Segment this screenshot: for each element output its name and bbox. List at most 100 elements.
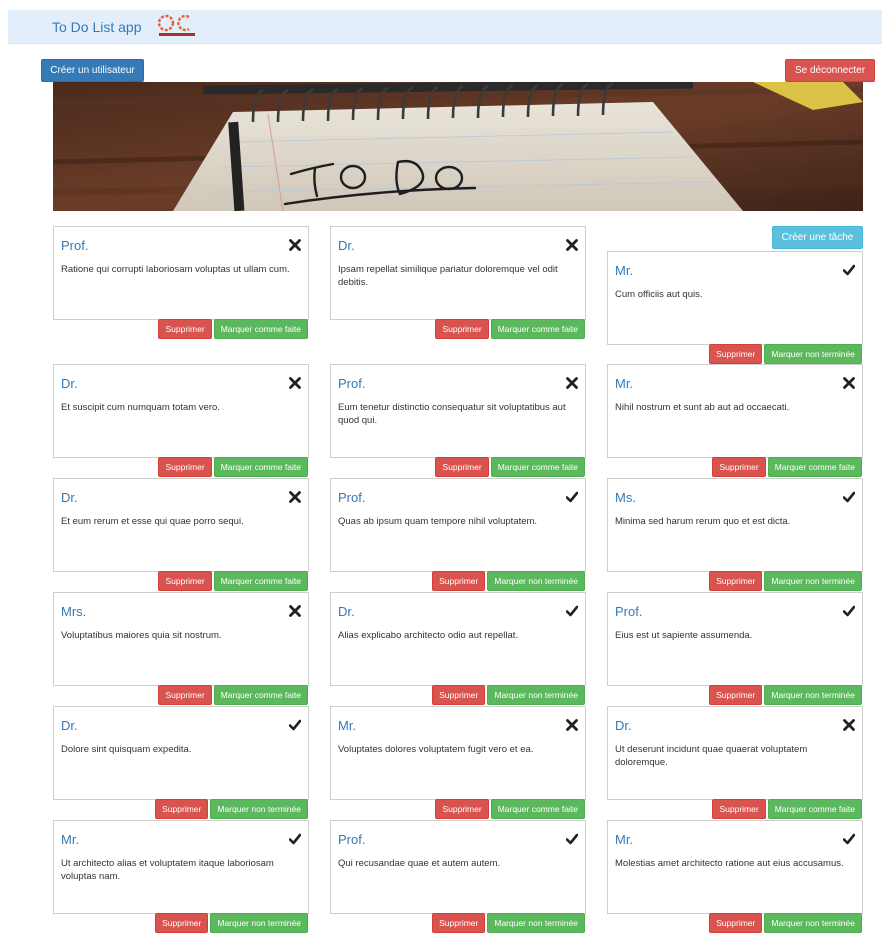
task-content: Alias explicabo architecto odio aut repe…	[338, 630, 519, 641]
mark-done-button[interactable]: Marquer comme faite	[213, 685, 308, 705]
task-actions: Supprimer Marquer non terminée	[707, 571, 862, 591]
task-title-link[interactable]: Mr.	[61, 832, 79, 847]
mark-done-button[interactable]: Marquer comme faite	[490, 457, 585, 477]
task-actions: Supprimer Marquer non terminée	[707, 913, 862, 933]
task-content: Ut architecto alias et voluptatem itaque…	[61, 858, 274, 882]
task-content: Eum tenetur distinctio consequatur sit v…	[338, 402, 566, 426]
delete-task-button[interactable]: Supprimer	[712, 799, 766, 819]
task-title-link[interactable]: Prof.	[61, 238, 88, 253]
delete-task-button[interactable]: Supprimer	[709, 913, 763, 933]
task-title-link[interactable]: Prof.	[615, 604, 642, 619]
task-title-link[interactable]: Ms.	[615, 490, 636, 505]
delete-task-button[interactable]: Supprimer	[158, 685, 212, 705]
mark-undone-button[interactable]: Marquer non terminée	[764, 344, 862, 364]
mark-undone-button[interactable]: Marquer non terminée	[487, 913, 585, 933]
task-title-link[interactable]: Dr.	[61, 490, 78, 505]
delete-task-button[interactable]: Supprimer	[432, 571, 486, 591]
task-card: Mr. Voluptates dolores voluptatem fugit v…	[330, 706, 586, 800]
check-icon	[288, 833, 302, 845]
task-card: Dr. Et suscipit cum numquam totam vero.	[53, 364, 309, 458]
brand-link[interactable]: To Do List app	[52, 19, 142, 35]
task-card: Ms. Minima sed harum rerum quo et est dic…	[607, 478, 863, 572]
task-actions: Supprimer Marquer comme faite	[156, 685, 308, 705]
task-title-link[interactable]: Mr.	[615, 832, 633, 847]
task-actions: Supprimer Marquer non terminée	[430, 685, 585, 705]
mark-undone-button[interactable]: Marquer non terminée	[210, 913, 308, 933]
mark-done-button[interactable]: Marquer comme faite	[490, 799, 585, 819]
task-card: Prof. Eum tenetur distinctio consequatur …	[330, 364, 586, 458]
mark-done-button[interactable]: Marquer comme faite	[213, 571, 308, 591]
mark-done-button[interactable]: Marquer comme faite	[490, 319, 585, 339]
delete-task-button[interactable]: Supprimer	[709, 685, 763, 705]
task-actions: Supprimer Marquer comme faite	[433, 319, 585, 339]
task-title-link[interactable]: Dr.	[61, 376, 78, 391]
delete-task-button[interactable]: Supprimer	[432, 685, 486, 705]
task-content: Voluptatibus maiores quia sit nostrum.	[61, 630, 222, 641]
mark-undone-button[interactable]: Marquer non terminée	[764, 913, 862, 933]
task-card: Dr. Alias explicabo architecto odio aut r…	[330, 592, 586, 686]
task-content: Dolore sint quisquam expedita.	[61, 744, 192, 755]
task-title-link[interactable]: Mr.	[615, 263, 633, 278]
task-actions: Supprimer Marquer comme faite	[156, 319, 308, 339]
task-actions: Supprimer Marquer non terminée	[430, 913, 585, 933]
delete-task-button[interactable]: Supprimer	[709, 344, 763, 364]
mark-undone-button[interactable]: Marquer non terminée	[764, 685, 862, 705]
delete-task-button[interactable]: Supprimer	[435, 319, 489, 339]
openclassrooms-logo[interactable]	[154, 12, 200, 40]
delete-task-button[interactable]: Supprimer	[435, 799, 489, 819]
task-actions: Supprimer Marquer comme faite	[156, 571, 308, 591]
task-actions: Supprimer Marquer comme faite	[156, 457, 308, 477]
check-icon	[565, 491, 579, 503]
delete-task-button[interactable]: Supprimer	[435, 457, 489, 477]
task-content: Ut deserunt incidunt quae quaerat volupt…	[615, 744, 808, 768]
mark-undone-button[interactable]: Marquer non terminée	[210, 799, 308, 819]
task-title-link[interactable]: Mr.	[615, 376, 633, 391]
task-title-link[interactable]: Prof.	[338, 376, 365, 391]
task-card: Mr. Nihil nostrum et sunt ab aut ad occae…	[607, 364, 863, 458]
task-actions: Supprimer Marquer comme faite	[710, 457, 862, 477]
create-task-button[interactable]: Créer une tâche	[772, 226, 863, 249]
delete-task-button[interactable]: Supprimer	[158, 571, 212, 591]
task-title-link[interactable]: Prof.	[338, 832, 365, 847]
task-title-link[interactable]: Dr.	[615, 718, 632, 733]
task-actions: Supprimer Marquer comme faite	[710, 799, 862, 819]
task-title-link[interactable]: Mr.	[338, 718, 356, 733]
delete-task-button[interactable]: Supprimer	[712, 457, 766, 477]
task-title-link[interactable]: Prof.	[338, 490, 365, 505]
navbar: To Do List app	[8, 10, 882, 44]
mark-done-button[interactable]: Marquer comme faite	[213, 457, 308, 477]
mark-undone-button[interactable]: Marquer non terminée	[764, 571, 862, 591]
mark-done-button[interactable]: Marquer comme faite	[767, 457, 862, 477]
check-icon	[842, 833, 856, 845]
mark-done-button[interactable]: Marquer comme faite	[767, 799, 862, 819]
create-user-button[interactable]: Créer un utilisateur	[41, 59, 144, 82]
task-title-link[interactable]: Mrs.	[61, 604, 86, 619]
close-icon	[566, 719, 578, 731]
task-content: Quas ab ipsum quam tempore nihil volupta…	[338, 516, 538, 527]
delete-task-button[interactable]: Supprimer	[709, 571, 763, 591]
task-content: Ipsam repellat similique pariatur dolore…	[338, 264, 558, 288]
task-card: Mr. Molestias amet architecto ratione aut…	[607, 820, 863, 914]
mark-done-button[interactable]: Marquer comme faite	[213, 319, 308, 339]
task-title-link[interactable]: Dr.	[61, 718, 78, 733]
close-icon	[566, 377, 578, 389]
task-title-link[interactable]: Dr.	[338, 238, 355, 253]
task-actions: Supprimer Marquer non terminée	[153, 913, 308, 933]
delete-task-button[interactable]: Supprimer	[158, 319, 212, 339]
close-icon	[289, 239, 301, 251]
task-card: Prof. Qui recusandae quae et autem autem.	[330, 820, 586, 914]
mark-undone-button[interactable]: Marquer non terminée	[487, 685, 585, 705]
mark-undone-button[interactable]: Marquer non terminée	[487, 571, 585, 591]
task-actions: Supprimer Marquer non terminée	[707, 685, 862, 705]
delete-task-button[interactable]: Supprimer	[158, 457, 212, 477]
check-icon	[842, 605, 856, 617]
delete-task-button[interactable]: Supprimer	[155, 799, 209, 819]
logout-button[interactable]: Se déconnecter	[785, 59, 875, 82]
close-icon	[289, 377, 301, 389]
close-icon	[566, 239, 578, 251]
task-content: Nihil nostrum et sunt ab aut ad occaecat…	[615, 402, 790, 413]
task-title-link[interactable]: Dr.	[338, 604, 355, 619]
delete-task-button[interactable]: Supprimer	[432, 913, 486, 933]
task-card: Prof. Quas ab ipsum quam tempore nihil vo…	[330, 478, 586, 572]
delete-task-button[interactable]: Supprimer	[155, 913, 209, 933]
